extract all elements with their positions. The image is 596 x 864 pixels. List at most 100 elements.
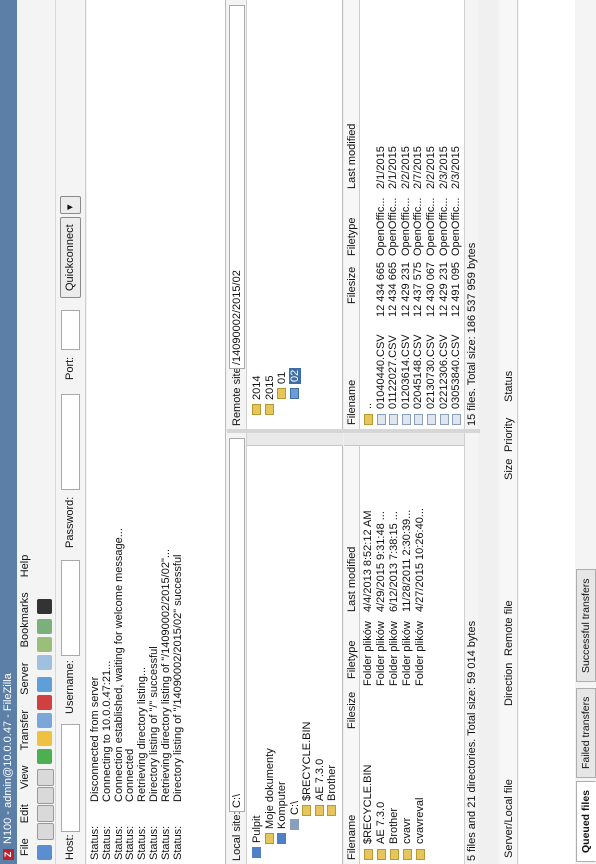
menu-edit[interactable]: Edit xyxy=(19,804,31,823)
folder-icon xyxy=(403,849,412,860)
cancel-operation-icon[interactable] xyxy=(37,713,52,728)
table-row[interactable]: 02212306.CSV 12 429 231 OpenOffic... 2/3/20… xyxy=(438,0,451,429)
port-input[interactable] xyxy=(61,310,80,350)
local-file-list[interactable]: $RECYCLE.BIN Folder plików 4/4/2013 8:52:1… xyxy=(360,446,464,864)
host-input[interactable] xyxy=(61,724,80,832)
table-row[interactable]: cvavreval Folder plików 4/27/2015 10:26:40… xyxy=(414,446,427,864)
site-manager-icon[interactable] xyxy=(37,845,52,860)
panel-splitter[interactable] xyxy=(227,429,480,433)
remote-file-header: Filename Filesize Filetype Last modified xyxy=(344,0,360,429)
username-input[interactable] xyxy=(61,560,80,656)
table-row[interactable]: 02045148.CSV 12 437 575 OpenOffic... 2/7/20… xyxy=(412,0,425,429)
folder-icon xyxy=(364,414,373,425)
queue-col-direction[interactable]: Direction xyxy=(503,663,515,706)
remote-col-modified[interactable]: Last modified xyxy=(346,124,358,189)
tab-queued-files[interactable]: Queued files xyxy=(576,780,596,862)
table-row[interactable]: AE 7.3.0 Folder plików 4/29/2015 9:31:48 .… xyxy=(375,446,388,864)
tree-node[interactable]: Moje dokumenty xyxy=(264,748,276,844)
search-files-icon[interactable] xyxy=(37,599,52,614)
toggle-local-tree-icon[interactable] xyxy=(37,805,54,822)
tree-node[interactable]: 2015 xyxy=(264,376,276,415)
log-line-message: Retrieving directory listing... xyxy=(136,666,149,802)
queue-list[interactable] xyxy=(519,0,575,864)
table-row[interactable]: 03053840.CSV 12 491 095 OpenOffic... 2/3/20… xyxy=(450,0,463,429)
file-icon xyxy=(439,414,449,425)
directory-filter-icon[interactable] xyxy=(37,655,52,670)
local-tree-scrollbar[interactable] xyxy=(247,433,343,446)
remote-panel: Remote site: /14090002/2015/02 2014 2015 0… xyxy=(227,0,480,429)
folder-icon xyxy=(289,388,299,399)
tree-node-label: Brother xyxy=(326,764,338,801)
tab-failed-transfers[interactable]: Failed transfers xyxy=(576,687,596,778)
message-log[interactable]: Status:Disconnected from server Status:Co… xyxy=(87,0,226,864)
toggle-remote-tree-icon[interactable] xyxy=(37,787,54,804)
password-input[interactable] xyxy=(61,394,80,490)
quickconnect-button[interactable]: Quickconnect xyxy=(60,217,81,298)
reconnect-icon[interactable] xyxy=(37,677,52,692)
desktop-icon xyxy=(252,847,261,858)
local-list-scrollbar[interactable] xyxy=(344,433,464,446)
toggle-queue-icon[interactable] xyxy=(37,769,54,786)
tree-node-label: Pulpit xyxy=(251,815,263,843)
remote-col-filesize[interactable]: Filesize xyxy=(346,267,358,304)
tab-successful-transfers[interactable]: Successful transfers xyxy=(576,569,596,682)
folder-icon xyxy=(377,849,386,860)
file-type: OpenOffic... xyxy=(437,197,450,257)
directory-compare-icon[interactable] xyxy=(37,637,52,652)
tree-node[interactable]: AE 7.3.0 xyxy=(314,759,326,816)
tree-node[interactable]: Pulpit xyxy=(251,815,263,858)
process-queue-icon[interactable] xyxy=(37,731,52,746)
file-icon xyxy=(389,414,399,425)
remote-col-filename[interactable]: Filename xyxy=(346,380,358,425)
local-col-filename[interactable]: Filename xyxy=(346,815,358,860)
local-col-filetype[interactable]: Filetype xyxy=(346,640,358,679)
table-row[interactable]: cvavr Folder plików 11/28/2011 2:30:39... xyxy=(401,446,414,864)
menu-file[interactable]: File xyxy=(19,838,31,856)
tree-node[interactable]: 01 xyxy=(276,372,288,399)
remote-file-list[interactable]: .. 01040440.CSV 12 434 665 OpenOffic... 2/1/… xyxy=(360,0,464,429)
local-site-label: Local site: xyxy=(231,811,243,861)
local-path-input[interactable]: C:\ xyxy=(229,438,245,812)
transfer-queue: Server/Local file Direction Remote file … xyxy=(498,0,596,864)
toggle-log-icon[interactable] xyxy=(37,823,54,840)
file-modified: 2/2/2015 xyxy=(399,146,412,189)
table-row[interactable]: $RECYCLE.BIN Folder plików 4/4/2013 8:52:1… xyxy=(362,446,375,864)
local-col-filesize[interactable]: Filesize xyxy=(346,692,358,729)
queue-col-priority[interactable]: Priority xyxy=(503,418,515,452)
menu-server[interactable]: Server xyxy=(19,662,31,694)
tree-node[interactable]: 02 xyxy=(288,367,301,399)
remote-directory-tree[interactable]: 2014 2015 01 02 xyxy=(247,0,343,429)
queue-col-status[interactable]: Status xyxy=(503,371,515,402)
table-row[interactable]: 01203614.CSV 12 429 231 OpenOffic... 2/2/20… xyxy=(400,0,413,429)
table-row[interactable]: 01122027.CSV 12 434 665 OpenOffic... 2/1/20… xyxy=(387,0,400,429)
remote-path-input[interactable]: /14090002/2015/02 xyxy=(229,5,245,369)
queue-col-server-local-file[interactable]: Server/Local file xyxy=(503,779,515,858)
tree-node-label: 2015 xyxy=(263,375,276,400)
log-line-type: Status: xyxy=(159,825,172,860)
table-row[interactable]: 01040440.CSV 12 434 665 OpenOffic... 2/1/20… xyxy=(375,0,388,429)
quickconnect-dropdown-button[interactable]: ▾ xyxy=(60,196,81,214)
tree-node[interactable]: Komputer xyxy=(276,781,288,844)
tree-node-label: 02 xyxy=(288,367,301,384)
table-row[interactable]: 02130730.CSV 12 430 067 OpenOffic... 2/2/20… xyxy=(425,0,438,429)
queue-col-remote-file[interactable]: Remote file xyxy=(503,600,515,656)
folder-icon xyxy=(264,404,274,415)
local-col-modified[interactable]: Last modified xyxy=(346,547,358,612)
menu-transfer[interactable]: Transfer xyxy=(19,710,31,751)
window-title: N100 - admin@10.0.0.47 - FileZilla xyxy=(2,673,14,844)
table-row[interactable]: .. xyxy=(362,0,375,429)
sync-browsing-icon[interactable] xyxy=(37,619,52,634)
queue-col-size[interactable]: Size xyxy=(503,459,515,480)
tree-node[interactable]: Brother xyxy=(326,765,338,816)
remote-col-filetype[interactable]: Filetype xyxy=(346,217,358,256)
menu-view[interactable]: View xyxy=(19,766,31,790)
tree-node[interactable]: $RECYCLE.BIN xyxy=(301,722,313,816)
table-row[interactable]: Brother Folder plików 6/12/2013 7:38:15 ..… xyxy=(388,446,401,864)
disconnect-icon[interactable] xyxy=(37,695,52,710)
menu-bookmarks[interactable]: Bookmarks xyxy=(19,592,31,647)
local-directory-tree[interactable]: Pulpit Moje dokumenty Komputer C:\ $RECYCLE.… xyxy=(247,433,343,864)
menu-help[interactable]: Help xyxy=(19,555,31,578)
refresh-icon[interactable] xyxy=(37,749,52,764)
tree-node[interactable]: C:\ xyxy=(289,801,301,830)
tree-node[interactable]: 2014 xyxy=(251,376,263,415)
